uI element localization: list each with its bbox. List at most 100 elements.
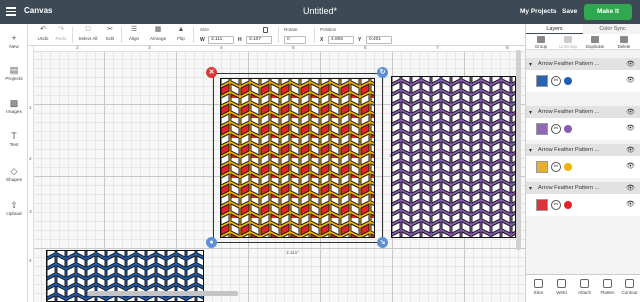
align-icon: ☰ <box>130 26 138 33</box>
sidebar-item-label: Projects <box>5 77 23 82</box>
purple-arrow-feather-pattern[interactable] <box>391 76 516 238</box>
horizontal-scrollbar[interactable] <box>88 291 238 296</box>
layer-header[interactable]: ▾ Arrow Feather Pattern ... 👁 <box>526 58 640 70</box>
ruler-tick-label: 3 <box>29 210 32 215</box>
slice-button[interactable]: Slice <box>527 279 550 295</box>
text-icon: T <box>11 131 17 141</box>
group-button[interactable]: Group <box>529 36 553 49</box>
toolbar-divider <box>278 27 279 43</box>
layer-color-swatch[interactable] <box>564 125 572 133</box>
sidebar-item-text[interactable]: T Text <box>0 131 28 148</box>
eye-icon[interactable]: 👁 <box>626 162 635 170</box>
eye-icon[interactable]: 👁 <box>626 76 635 84</box>
layer-item[interactable]: ▾ Arrow Feather Pattern ... 👁 ✂ 👁 <box>526 144 640 180</box>
chevron-down-icon[interactable]: ▾ <box>529 61 532 68</box>
lock-handle-icon[interactable]: ● <box>206 237 217 248</box>
my-projects-link[interactable]: My Projects <box>520 8 557 15</box>
vertical-scrollbar[interactable] <box>516 50 521 250</box>
layer-header[interactable]: ▾ Arrow Feather Pattern ... 👁 <box>526 182 640 194</box>
flip-menu-button[interactable]: ▲ Flip <box>173 26 189 41</box>
eye-icon[interactable]: 👁 <box>626 124 635 132</box>
eye-icon[interactable]: 👁 <box>626 108 635 116</box>
layer-detail[interactable]: ✂ 👁 <box>526 194 640 216</box>
eye-icon[interactable]: 👁 <box>626 184 635 192</box>
layer-detail[interactable]: ✂ 👁 <box>526 118 640 140</box>
cut-operation-icon[interactable]: ✂ <box>551 200 561 210</box>
design-canvas[interactable]: 2 3 4 5 6 7 8 1 2 3 4 ✕ ↻ ● ↘ 3.111" <box>28 46 525 302</box>
layer-actions-bar: Slice Weld Attach Flatten Contour <box>526 274 640 302</box>
layer-detail[interactable]: ✂ 👁 <box>526 70 640 92</box>
chevron-down-icon[interactable]: ▾ <box>529 147 532 154</box>
delete-handle-icon[interactable]: ✕ <box>206 67 217 78</box>
sidebar-item-label: New <box>9 45 19 50</box>
plus-icon: + <box>11 33 17 43</box>
undo-button[interactable]: ↶ Undo <box>36 26 50 41</box>
width-input[interactable]: 3.111 <box>208 36 234 44</box>
select-all-button[interactable]: □ Select All <box>76 26 100 41</box>
tab-layers[interactable]: Layers <box>526 24 583 34</box>
images-icon: ▩ <box>9 98 19 108</box>
layer-item[interactable]: ▾ Arrow Feather Pattern ... 👁 ✂ 👁 <box>526 106 640 142</box>
width-dimension-label: 3.111" <box>286 251 299 256</box>
eye-icon[interactable]: 👁 <box>626 200 635 208</box>
layer-header[interactable]: ▾ Arrow Feather Pattern ... 👁 <box>526 144 640 156</box>
attach-button[interactable]: Attach <box>573 279 596 295</box>
edit-menu-button[interactable]: ✂ Edit <box>102 26 118 41</box>
align-menu-button[interactable]: ☰ Align <box>125 26 143 41</box>
ruler-tick-label: 4 <box>29 259 32 264</box>
layer-detail[interactable]: ✂ 👁 <box>526 156 640 178</box>
rotate-handle-icon[interactable]: ↻ <box>377 67 388 78</box>
layer-item[interactable]: ▾ Arrow Feather Pattern ... 👁 ✂ 👁 <box>526 182 640 218</box>
chevron-down-icon[interactable]: ▾ <box>529 185 532 192</box>
sidebar-item-upload[interactable]: ⇧ Upload <box>0 200 28 217</box>
y-position-input[interactable]: 0.401 <box>366 36 392 44</box>
cut-operation-icon[interactable]: ✂ <box>551 76 561 86</box>
duplicate-button[interactable]: Duplicate <box>583 36 607 49</box>
rotate-input[interactable]: 0 <box>284 36 306 44</box>
projects-icon: ▤ <box>9 65 19 75</box>
contour-button[interactable]: Contour <box>618 279 640 295</box>
save-link[interactable]: Save <box>562 8 577 15</box>
selection-bounding-box[interactable] <box>213 73 383 243</box>
attach-label: Attach <box>577 290 592 295</box>
ruler-tick-label: 7 <box>436 46 439 51</box>
layer-item[interactable]: ▾ Arrow Feather Pattern ... 👁 ✂ 👁 <box>526 58 640 94</box>
select-all-label: Select All <box>78 36 98 41</box>
eye-icon[interactable]: 👁 <box>626 60 635 68</box>
eye-icon[interactable]: 👁 <box>626 146 635 154</box>
menu-icon[interactable] <box>6 7 16 16</box>
delete-button[interactable]: Delete <box>612 36 636 49</box>
resize-handle-icon[interactable]: ↘ <box>377 237 388 248</box>
sidebar-item-new[interactable]: + New <box>0 33 28 50</box>
weld-icon <box>557 279 566 288</box>
layer-color-swatch[interactable] <box>564 77 572 85</box>
make-it-button[interactable]: Make It <box>584 4 632 20</box>
x-position-input[interactable]: 4.806 <box>328 36 354 44</box>
ungroup-button[interactable]: UnGroup <box>556 36 580 49</box>
sidebar-item-projects[interactable]: ▤ Projects <box>0 65 28 82</box>
arrange-menu-button[interactable]: ▦ Arrange <box>146 26 170 41</box>
flip-label: Flip <box>177 36 185 41</box>
cut-operation-icon[interactable]: ✂ <box>551 124 561 134</box>
layer-thumbnail <box>536 123 548 135</box>
lock-icon[interactable] <box>263 27 268 33</box>
ruler-tick-label: 5 <box>292 46 295 51</box>
ruler-vertical: 1 2 3 4 <box>28 46 34 302</box>
redo-button[interactable]: ↷ Redo <box>54 26 68 41</box>
sidebar-item-shapes[interactable]: ◇ Shapes <box>0 166 28 183</box>
group-icon <box>537 36 545 43</box>
sidebar-item-images[interactable]: ▩ Images <box>0 98 28 115</box>
flatten-button[interactable]: Flatten <box>596 279 619 295</box>
height-input[interactable]: 3.107 <box>246 36 272 44</box>
chevron-down-icon[interactable]: ▾ <box>529 109 532 116</box>
ruler-tick-label: 6 <box>364 46 367 51</box>
cut-operation-icon[interactable]: ✂ <box>551 162 561 172</box>
weld-button[interactable]: Weld <box>550 279 573 295</box>
layer-color-swatch[interactable] <box>564 163 572 171</box>
layer-color-swatch[interactable] <box>564 201 572 209</box>
edit-label: Edit <box>106 36 114 41</box>
toolbar-divider <box>72 27 73 43</box>
tab-color-sync[interactable]: Color Sync <box>584 24 640 34</box>
layer-header[interactable]: ▾ Arrow Feather Pattern ... 👁 <box>526 106 640 118</box>
align-label: Align <box>128 36 140 41</box>
